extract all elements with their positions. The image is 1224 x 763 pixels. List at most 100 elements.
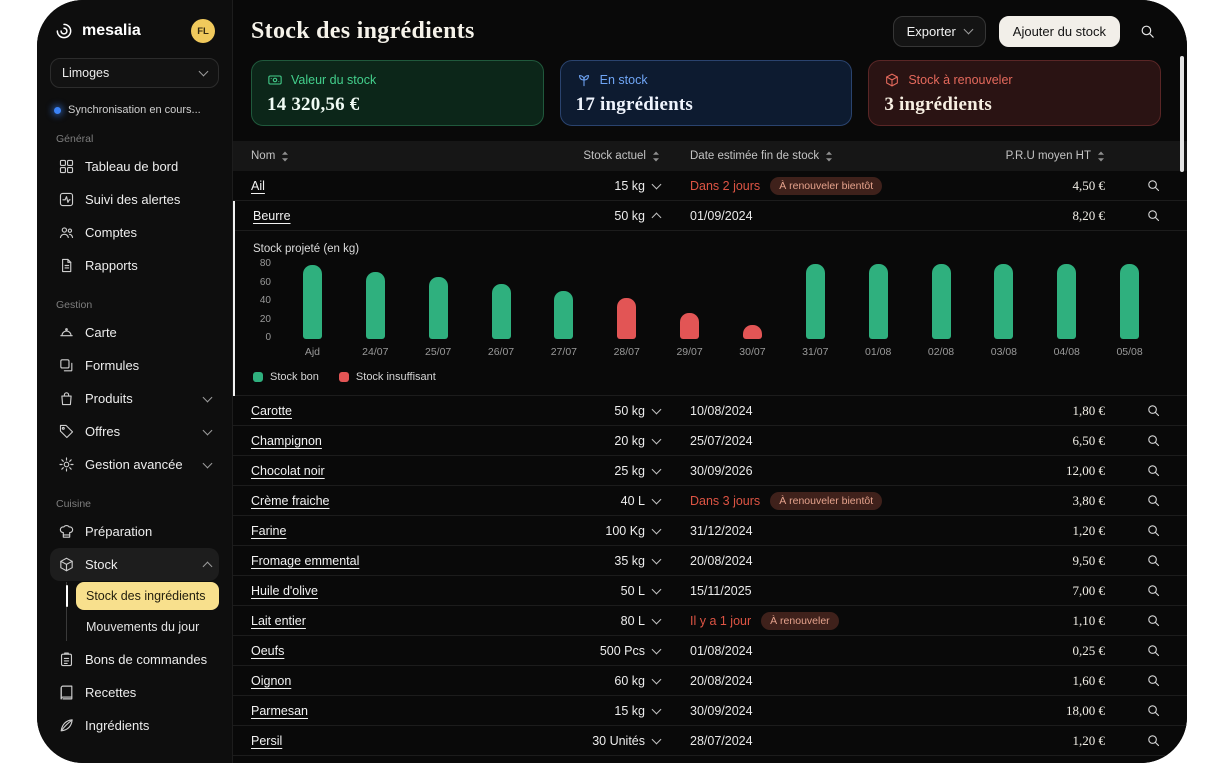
user-avatar[interactable]: FL	[191, 19, 215, 43]
ingredient-name-link[interactable]: Fromage emmental	[251, 554, 359, 568]
row-search-icon[interactable]	[1105, 643, 1161, 658]
stock-cell[interactable]: 100 Kg	[510, 524, 660, 538]
table-row-carotte[interactable]: Carotte 50 kg 10/08/2024 1,80 €	[233, 396, 1187, 426]
stock-value: 50 kg	[614, 404, 645, 418]
row-search-icon[interactable]	[1105, 703, 1161, 718]
bar-26/07	[492, 284, 511, 339]
stock-cell[interactable]: 15 kg	[510, 704, 660, 718]
export-button[interactable]: Exporter	[893, 16, 986, 47]
ingredient-name-link[interactable]: Champignon	[251, 434, 322, 448]
table-row-farine[interactable]: Farine 100 Kg 31/12/2024 1,20 €	[233, 516, 1187, 546]
stock-cell[interactable]: 50 kg	[510, 404, 660, 418]
stock-cell[interactable]: 80 L	[510, 614, 660, 628]
sidebar-item-offres[interactable]: Offres	[50, 415, 219, 448]
table-row-lait-entier[interactable]: Lait entier 80 L Il y a 1 jourÀ renouvel…	[233, 606, 1187, 636]
row-search-icon[interactable]	[1105, 403, 1161, 418]
submenu-item-mouvements-du-jour[interactable]: Mouvements du jour	[76, 613, 219, 641]
table-row-oeufs[interactable]: Oeufs 500 Pcs 01/08/2024 0,25 €	[233, 636, 1187, 666]
sidebar-item-formules[interactable]: Formules	[50, 349, 219, 382]
stock-cell[interactable]: 500 Pcs	[510, 644, 660, 658]
sidebar-item-comptes[interactable]: Comptes	[50, 216, 219, 249]
table-row-persil[interactable]: Persil 30 Unités 28/07/2024 1,20 €	[233, 726, 1187, 756]
sidebar-item-stock[interactable]: Stock	[50, 548, 219, 581]
ingredient-name-link[interactable]: Parmesan	[251, 704, 308, 718]
table-row-huile-d-olive[interactable]: Huile d'olive 50 L 15/11/2025 7,00 €	[233, 576, 1187, 606]
row-search-icon[interactable]	[1105, 433, 1161, 448]
ingredient-name-link[interactable]: Ail	[251, 179, 265, 193]
ingredient-name-link[interactable]: Lait entier	[251, 614, 306, 628]
date-text: Dans 2 jours	[690, 179, 760, 193]
column-header-pru[interactable]: P.R.U moyen HT	[975, 150, 1105, 162]
row-search-icon[interactable]	[1105, 178, 1161, 193]
add-stock-button[interactable]: Ajouter du stock	[999, 16, 1120, 47]
ingredient-name-link[interactable]: Beurre	[253, 209, 291, 223]
ingredient-name-link[interactable]: Carotte	[251, 404, 292, 418]
sidebar-item-suivi-des-alertes[interactable]: Suivi des alertes	[50, 183, 219, 216]
column-label: Nom	[251, 150, 275, 162]
column-header-date-fin-stock[interactable]: Date estimée fin de stock	[660, 150, 975, 162]
y-tick-label: 20	[260, 314, 271, 325]
row-search-icon[interactable]	[1105, 463, 1161, 478]
table-row-parmesan[interactable]: Parmesan 15 kg 30/09/2024 18,00 €	[233, 696, 1187, 726]
price-cell: 1,20 €	[975, 733, 1105, 749]
stat-card-header: Stock à renouveler	[884, 72, 1145, 88]
table-row-ail[interactable]: Ail 15 kg Dans 2 joursÀ renouveler bient…	[233, 171, 1187, 201]
table-row-creme-fraiche[interactable]: Crème fraiche 40 L Dans 3 joursÀ renouve…	[233, 486, 1187, 516]
sidebar-item-rapports[interactable]: Rapports	[50, 249, 219, 282]
stock-value: 15 kg	[614, 704, 645, 718]
gear-icon	[58, 456, 75, 473]
stock-cell[interactable]: 50 L	[510, 584, 660, 598]
search-icon[interactable]	[1133, 17, 1161, 45]
table-row-chocolat-noir[interactable]: Chocolat noir 25 kg 30/09/2026 12,00 €	[233, 456, 1187, 486]
ingredient-name-link[interactable]: Huile d'olive	[251, 584, 318, 598]
ingredient-name-link[interactable]: Crème fraiche	[251, 494, 330, 508]
sidebar-item-produits[interactable]: Produits	[50, 382, 219, 415]
sidebar-item-recettes[interactable]: Recettes	[50, 676, 219, 709]
renew-badge: À renouveler	[761, 612, 839, 630]
stock-cell[interactable]: 40 L	[510, 494, 660, 508]
sidebar-item-preparation[interactable]: Préparation	[50, 515, 219, 548]
ingredient-name-link[interactable]: Farine	[251, 524, 286, 538]
sidebar-item-carte[interactable]: Carte	[50, 316, 219, 349]
table-row-oignon[interactable]: Oignon 60 kg 20/08/2024 1,60 €	[233, 666, 1187, 696]
sidebar-item-bons-de-commandes[interactable]: Bons de commandes	[50, 643, 219, 676]
table-row-beurre[interactable]: Beurre 50 kg 01/09/2024 8,20 €	[235, 201, 1187, 231]
row-search-icon[interactable]	[1105, 553, 1161, 568]
row-search-icon[interactable]	[1105, 673, 1161, 688]
stock-value: 500 Pcs	[600, 644, 645, 658]
sidebar-item-gestion-avancee[interactable]: Gestion avancée	[50, 448, 219, 481]
row-search-icon[interactable]	[1105, 583, 1161, 598]
row-search-icon[interactable]	[1105, 493, 1161, 508]
stock-cell[interactable]: 30 Unités	[510, 734, 660, 748]
table-row-champignon[interactable]: Champignon 20 kg 25/07/2024 6,50 €	[233, 426, 1187, 456]
stock-cell[interactable]: 50 kg	[510, 209, 660, 223]
bar-27/07	[554, 291, 573, 339]
stock-cell[interactable]: 15 kg	[510, 179, 660, 193]
stock-cell[interactable]: 25 kg	[510, 464, 660, 478]
ingredient-name-link[interactable]: Oeufs	[251, 644, 284, 658]
row-search-icon[interactable]	[1105, 208, 1161, 223]
ingredient-name-link[interactable]: Persil	[251, 734, 282, 748]
sort-icon	[1097, 151, 1105, 162]
table-row-fromage-emmental[interactable]: Fromage emmental 35 kg 20/08/2024 9,50 €	[233, 546, 1187, 576]
sidebar-item-ingredients[interactable]: Ingrédients	[50, 709, 219, 742]
location-selector[interactable]: Limoges	[50, 58, 219, 88]
row-search-icon[interactable]	[1105, 613, 1161, 628]
stock-cell[interactable]: 35 kg	[510, 554, 660, 568]
ingredient-name-link[interactable]: Chocolat noir	[251, 464, 325, 478]
row-search-icon[interactable]	[1105, 523, 1161, 538]
stock-cell[interactable]: 20 kg	[510, 434, 660, 448]
submenu-item-stock-des-ingredients[interactable]: Stock des ingrédients	[76, 582, 219, 610]
stock-value: 35 kg	[614, 554, 645, 568]
bar-column	[784, 264, 847, 339]
sidebar-item-tableau-de-bord[interactable]: Tableau de bord	[50, 150, 219, 183]
book-icon	[58, 684, 75, 701]
scrollbar-thumb[interactable]	[1180, 56, 1184, 172]
column-header-nom[interactable]: Nom	[251, 150, 510, 162]
ingredient-name-link[interactable]: Oignon	[251, 674, 291, 688]
date-cell: 25/07/2024	[660, 434, 975, 448]
report-icon	[58, 257, 75, 274]
row-search-icon[interactable]	[1105, 733, 1161, 748]
stock-cell[interactable]: 60 kg	[510, 674, 660, 688]
column-header-stock-actuel[interactable]: Stock actuel	[510, 150, 660, 162]
